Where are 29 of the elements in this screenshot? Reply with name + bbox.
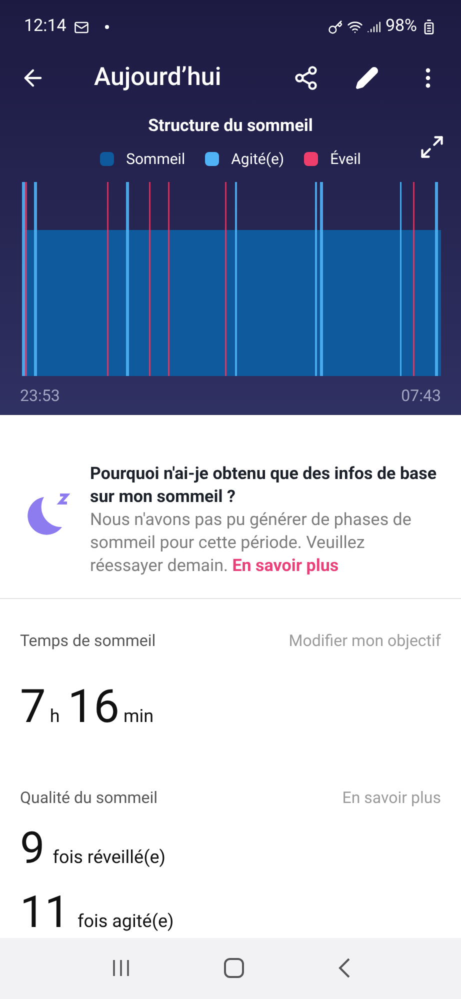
edit-goal-link[interactable]: Modifier mon objectif (288, 628, 441, 653)
end-time: 07:43 (401, 385, 441, 407)
legend-label: Sommeil (126, 148, 186, 170)
key-icon (328, 20, 344, 34)
learn-more-link[interactable]: En savoir plus (232, 556, 339, 576)
learn-more-link[interactable]: En savoir plus (342, 786, 441, 810)
mail-icon (74, 20, 90, 34)
wifi-icon (347, 19, 364, 35)
recents-icon[interactable] (110, 958, 130, 978)
home-icon[interactable] (224, 958, 244, 978)
start-time: 23:53 (20, 385, 60, 407)
notice-text: Nous n'avons pas pu générer de phases de sommeil pour cette période. Veuillez réessayer demain. En savoir plus (90, 508, 412, 578)
battery-level: 98% (385, 15, 417, 38)
section-label: Temps de sommeil (20, 630, 156, 652)
edit-icon[interactable] (355, 66, 379, 90)
sleep-duration: 7 h 16 min (20, 678, 155, 736)
section-label: Qualité du sommeil (20, 786, 158, 809)
legend-label: Éveil (330, 148, 361, 170)
clock: 12:14 (24, 15, 66, 38)
quality-stat: 11 fois agité(e) (20, 886, 175, 938)
chart-title: Structure du sommeil (148, 115, 313, 138)
signal-icon (367, 20, 382, 34)
back-nav-icon[interactable] (336, 957, 350, 980)
quality-stat: 9 fois réveillé(e) (20, 822, 167, 874)
legend-label: Agité(e) (231, 148, 284, 170)
share-icon[interactable] (293, 65, 319, 91)
expand-icon[interactable] (419, 134, 445, 160)
notice-title: Pourquoi n'ai-je obtenu que des infos de base sur mon sommeil ? (90, 462, 438, 509)
page-title: Aujourd’hui (94, 62, 222, 94)
